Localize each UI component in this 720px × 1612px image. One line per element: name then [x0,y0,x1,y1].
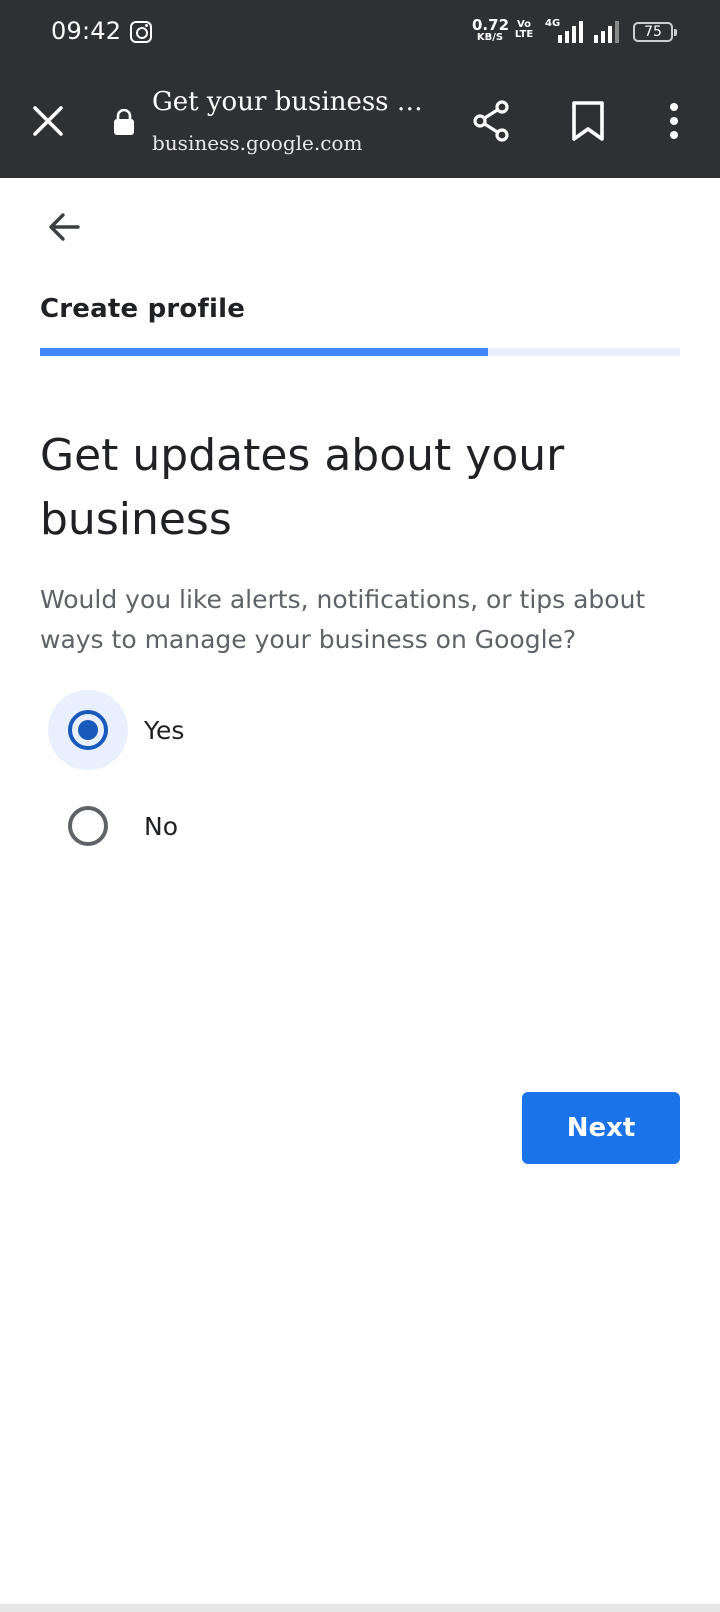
network-speed: 0.72 KB/S [472,16,510,43]
status-time: 09:42 [51,17,122,45]
radio-button-unchecked-icon[interactable] [68,806,108,846]
back-button[interactable] [40,203,88,251]
volte-indicator: Vo LTE [511,20,537,40]
page-description: Would you like alerts, notifications, or… [40,585,646,654]
signal-strength-icon-sim2 [594,21,619,43]
page-url[interactable]: business.google.com [152,131,362,155]
progress-bar-fill [40,348,488,356]
radio-label-yes: Yes [144,715,185,745]
status-bar: 09:42 0.72 KB/S Vo LTE 4G 75 [0,0,720,65]
page-heading: Get updates about your business [40,430,565,545]
battery-level: 75 [644,24,662,40]
radio-option-yes[interactable]: Yes [48,690,408,770]
radio-halo [48,690,128,770]
radio-halo [48,786,128,866]
progress-bar [40,348,680,356]
bookmark-button[interactable] [568,99,608,143]
arrow-back-icon [49,213,80,241]
lock-icon [113,108,135,135]
bottom-edge [0,1604,720,1612]
radio-label-no: No [144,811,178,841]
network-speed-value: 0.72 [472,16,510,34]
radio-dot [78,720,98,740]
step-title: Create profile [40,294,246,324]
radio-button-checked-icon[interactable] [68,710,108,750]
browser-toolbar: Get your business … business.google.com [0,65,720,178]
volte-bottom: LTE [514,29,534,40]
share-button[interactable] [470,99,514,143]
more-options-button[interactable] [664,99,684,143]
radio-option-no[interactable]: No [48,786,408,866]
network-speed-unit: KB/S [476,32,504,43]
share-icon [473,100,509,142]
page-title: Get your business … [152,87,423,117]
battery-icon: 75 [633,22,677,42]
close-icon [33,106,63,136]
close-tab-button[interactable] [28,101,68,141]
next-button[interactable]: Next [522,1092,680,1164]
bookmark-icon [572,101,604,141]
more-vert-icon [670,103,678,139]
instagram-notification-icon [130,21,152,43]
signal-strength-icon-sim1 [558,21,583,43]
